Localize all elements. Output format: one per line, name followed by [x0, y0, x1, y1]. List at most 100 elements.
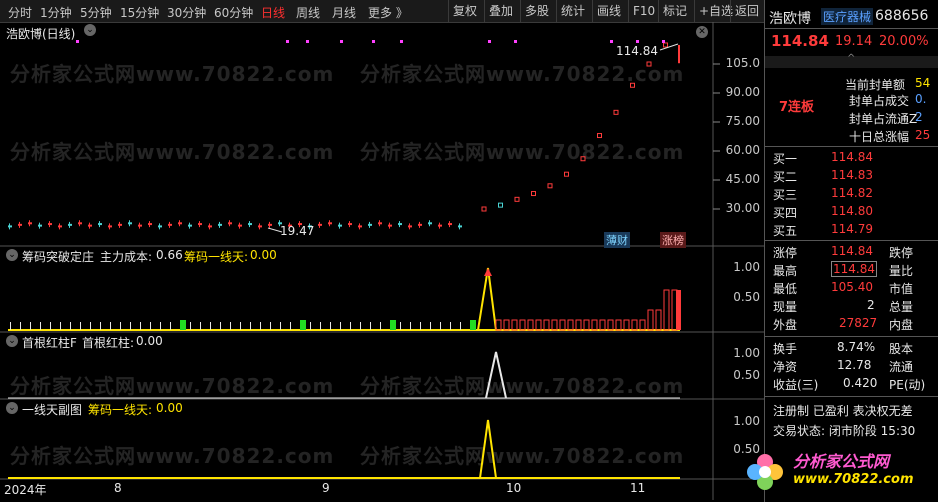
adjust-button[interactable]: 复权: [448, 0, 484, 22]
quote-label: 内盘: [889, 318, 914, 332]
panel-1-bar: [230, 322, 231, 330]
collapse-bar[interactable]: ^: [765, 53, 938, 68]
chevron-up-icon: ^: [847, 53, 856, 64]
quote-label: 总量: [889, 300, 914, 314]
quote-label: 现量: [773, 300, 798, 314]
indicator-panel-3-plot: [8, 419, 680, 479]
quote-panel: 浩欧博 医疗器械 688656 114.84 19.14 20.00% ^ 7连…: [747, 0, 938, 502]
back-button[interactable]: 返回: [730, 0, 764, 22]
period-tab-daily[interactable]: 日线: [261, 4, 285, 21]
panel-1-bar: [511, 319, 518, 331]
bid-price: 114.79: [831, 222, 873, 236]
bid-row[interactable]: 买四 114.80: [765, 202, 938, 222]
bid-row[interactable]: 买五 114.79: [765, 220, 938, 240]
price-change-pct: 20.00%: [879, 34, 929, 49]
panel-1-bar: [647, 309, 654, 331]
panel-1-bar: [20, 322, 21, 330]
candle-body: [38, 224, 42, 227]
panel-1-menu-icon[interactable]: ⌄: [6, 249, 18, 261]
multi-stock-button[interactable]: 多股: [520, 0, 556, 22]
panel-2-spike: [485, 351, 507, 399]
period-tab-30min[interactable]: 30分钟: [167, 4, 206, 21]
panel-1-name: 筹码突破定庄: [22, 250, 95, 264]
price-axis-label: 45.00: [725, 172, 760, 186]
signal-marks: [76, 40, 665, 43]
panel-1-bar: [460, 322, 461, 330]
candle-body: [228, 222, 232, 225]
signal-mark: [610, 40, 613, 43]
timeline-month: 10: [506, 481, 522, 495]
panel-1-axis-label: 0.50: [733, 290, 760, 304]
fund-label: 流通: [889, 360, 914, 374]
period-tab-monthly[interactable]: 月线: [332, 4, 356, 21]
bid-row[interactable]: 买二 114.83: [765, 166, 938, 186]
draw-line-button[interactable]: 画线: [592, 0, 628, 22]
signal-mark: [76, 40, 79, 43]
indicator-panel-1-plot: [8, 267, 681, 331]
panel-1-bar: [559, 319, 566, 331]
bid-price: 114.82: [831, 186, 873, 200]
seal-value: 2: [915, 110, 923, 124]
price-axis-label: 75.00: [725, 114, 760, 128]
candle-body: [564, 171, 569, 177]
fund-label: PE(动): [889, 378, 926, 392]
candle-body: [438, 224, 442, 227]
period-tab-5min[interactable]: 5分钟: [80, 4, 112, 21]
candle-body: [238, 224, 242, 227]
period-tab-more[interactable]: 更多 》: [368, 4, 408, 21]
statistics-button[interactable]: 统计: [556, 0, 592, 22]
panel-1-bar: [270, 322, 271, 330]
candle-body: [630, 82, 635, 88]
panel-1-bar: [200, 322, 201, 330]
overlay-button[interactable]: 叠加: [484, 0, 520, 22]
period-tab-15min[interactable]: 15分钟: [120, 4, 159, 21]
timeline-month: 11: [630, 481, 646, 495]
candle-body: [458, 225, 462, 228]
add-favorite-button[interactable]: +自选: [694, 0, 733, 22]
bid-label: 买四: [773, 206, 798, 220]
panel-1-bar: [575, 319, 582, 331]
candle-body: [338, 224, 342, 227]
candle-body: [78, 222, 82, 225]
panel-1-axis-label: 1.00: [733, 260, 760, 274]
panel-2-menu-icon[interactable]: ⌄: [6, 335, 18, 347]
signal-mark: [372, 40, 375, 43]
period-tab-60min[interactable]: 60分钟: [214, 4, 253, 21]
panel-3-spike: [479, 419, 497, 479]
candle-body: [198, 223, 202, 226]
seal-label: 当前封单额: [845, 78, 906, 92]
quote-row: 外盘 27827 内盘: [765, 314, 938, 334]
f10-button[interactable]: F10: [628, 0, 658, 22]
limit-tag: 涨榜: [660, 232, 686, 248]
panel-3-menu-icon[interactable]: ⌄: [6, 402, 18, 414]
bid-label: 买三: [773, 188, 798, 202]
price-axis-label: 90.00: [725, 85, 760, 99]
bid-row[interactable]: 买一 114.84: [765, 148, 938, 168]
chart-menu-icon[interactable]: ⌄: [84, 24, 96, 36]
panel-1-bar: [170, 322, 171, 330]
period-tab-1min[interactable]: 1分钟: [40, 4, 72, 21]
mark-button[interactable]: 标记: [658, 0, 694, 22]
period-tab-weekly[interactable]: 周线: [296, 4, 320, 21]
panel-1-bar: [290, 322, 291, 330]
panel-1-bar: [655, 309, 662, 331]
bid-label: 买五: [773, 224, 798, 238]
candle-body: [418, 223, 422, 226]
quote-row: 最低 105.40 市值: [765, 278, 938, 298]
chart-close-icon[interactable]: ✕: [696, 26, 708, 38]
candle-body: [58, 225, 62, 228]
quote-label: 涨停: [773, 246, 798, 260]
candle-body: [258, 225, 262, 228]
signal-mark: [514, 40, 517, 43]
period-tab-timeshare[interactable]: 分时: [8, 4, 32, 21]
panel-1-bar: [410, 322, 411, 330]
panel-1-bar: [140, 322, 141, 330]
panel-1-bar: [120, 322, 121, 330]
candle-body: [378, 222, 382, 225]
candle-body: [481, 206, 487, 212]
panel-1-bar: [300, 320, 306, 330]
price-change: 19.14: [835, 34, 873, 49]
bid-row[interactable]: 买三 114.82: [765, 184, 938, 204]
chart-title: 浩欧博(日线): [6, 27, 76, 41]
sector-badge[interactable]: 医疗器械: [821, 8, 874, 25]
